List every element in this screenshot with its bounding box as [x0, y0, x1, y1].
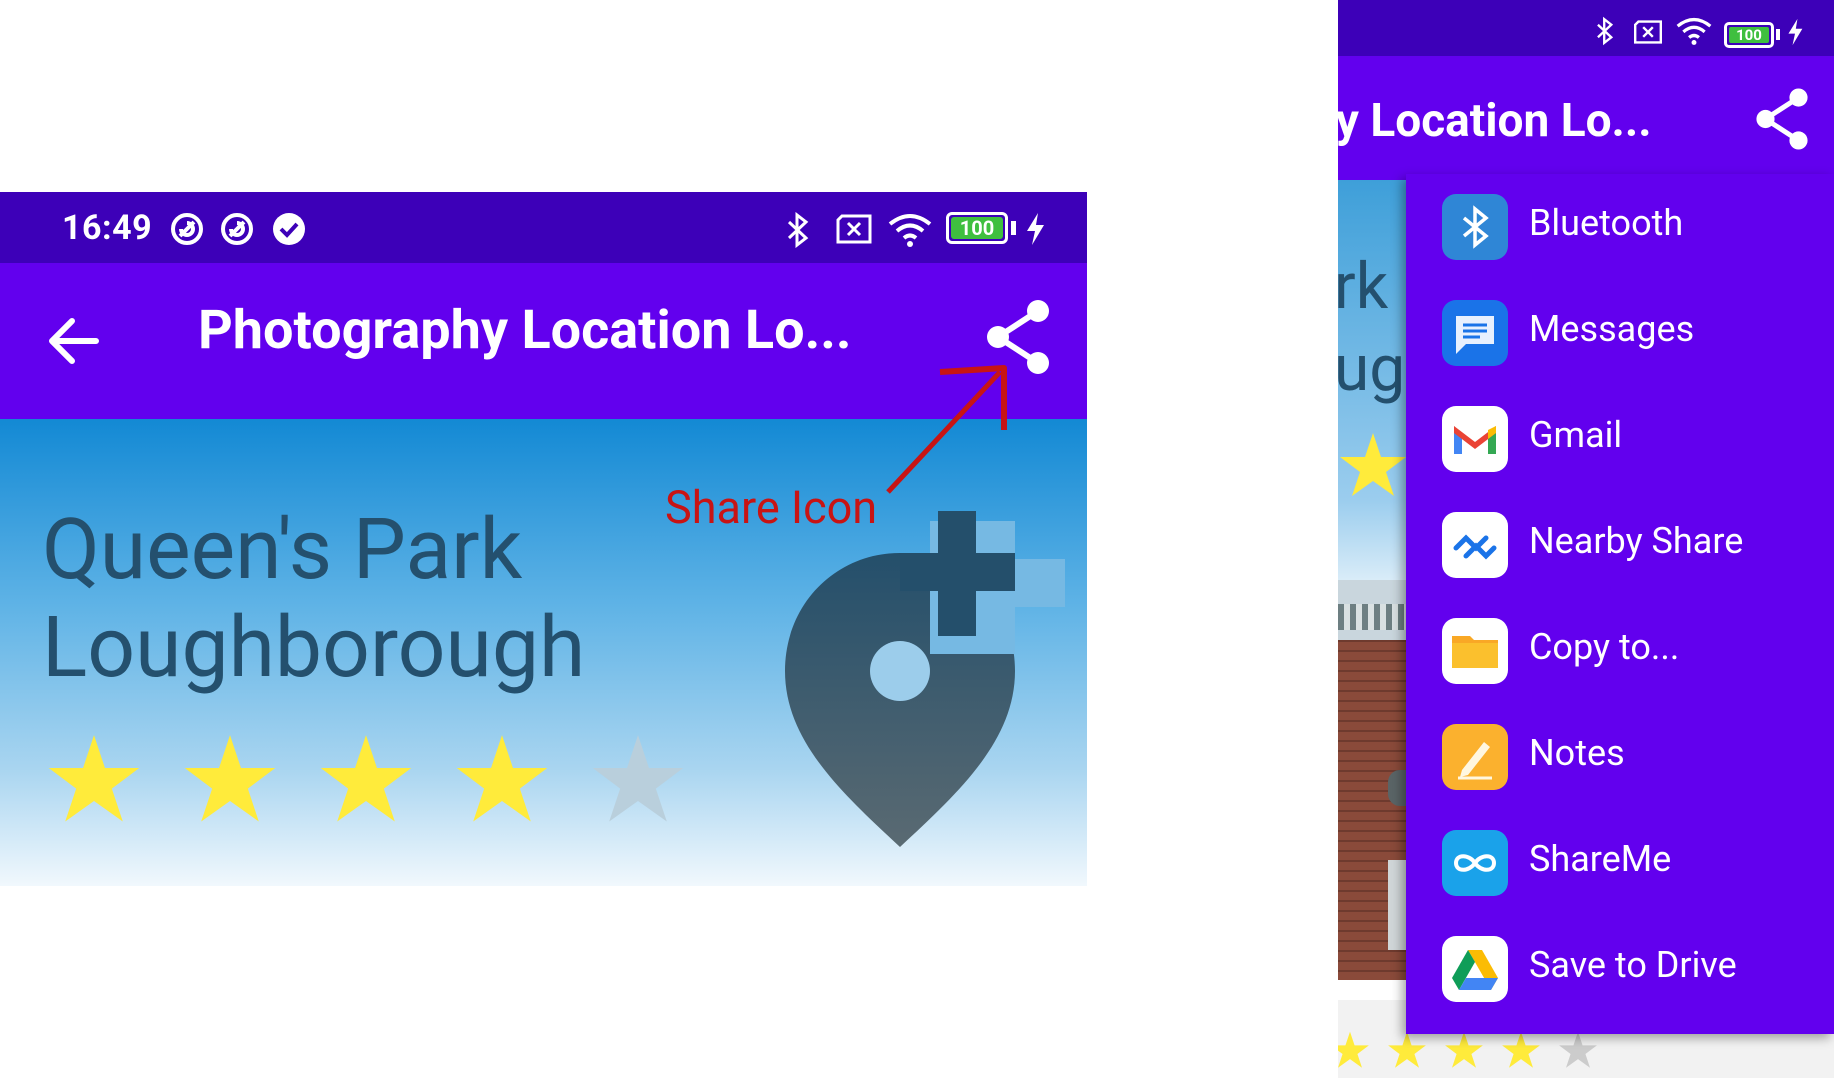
share-option-label: Nearby Share [1529, 520, 1744, 562]
drive-icon [1442, 936, 1508, 1002]
share-option-label: Copy to... [1529, 626, 1680, 668]
star-filled-icon [1340, 433, 1406, 496]
location-photo [1338, 580, 1408, 980]
bluetooth-status-icon [1597, 16, 1614, 46]
battery-level: 100 [1729, 27, 1769, 43]
share-option-messages[interactable]: Messages [1406, 280, 1834, 386]
charging-icon [1788, 18, 1803, 46]
share-option-shareme[interactable]: ShareMe [1406, 810, 1834, 916]
share-icon[interactable] [1752, 86, 1812, 152]
star-filled-icon [1445, 1031, 1483, 1068]
share-option-notes[interactable]: Notes [1406, 704, 1834, 810]
share-option-label: Save to Drive [1529, 944, 1737, 986]
share-option-label: ShareMe [1529, 838, 1672, 880]
share-option-label: Messages [1529, 308, 1695, 350]
share-option-gmail[interactable]: Gmail [1406, 386, 1834, 492]
annotation-arrow [886, 365, 1007, 494]
share-option-nearby-share[interactable]: Nearby Share [1406, 492, 1834, 598]
share-option-bluetooth[interactable]: Bluetooth [1406, 174, 1834, 280]
app-bar: hy Location Lo... [1338, 56, 1834, 180]
battery-tip [1776, 29, 1780, 40]
star-filled-icon [1502, 1031, 1540, 1068]
location-header-fragment: rk ug [1338, 180, 1408, 580]
sim-off-icon [1634, 20, 1662, 44]
share-option-save-to-drive[interactable]: Save to Drive [1406, 916, 1834, 1022]
left-phone-screen: 16:49 100 Photography Location Lo... Que… [0, 192, 1087, 886]
share-option-label: Bluetooth [1529, 202, 1684, 244]
gmail-icon [1442, 406, 1508, 472]
share-menu: Bluetooth Messages Gmail Nearby Share Co… [1406, 174, 1834, 1034]
bluetooth-icon [1442, 194, 1508, 260]
folder-icon [1442, 618, 1508, 684]
share-option-label: Gmail [1529, 414, 1623, 456]
star-empty-icon [1559, 1031, 1597, 1068]
right-phone-screen: 100 hy Location Lo... rk ug Bluetooth Me… [1338, 0, 1834, 1078]
status-bar: 100 [1338, 0, 1834, 56]
location-name-fragment: rk ug [1338, 249, 1406, 406]
battery-icon: 100 [1724, 22, 1774, 48]
star-filled-icon [1388, 1031, 1426, 1068]
share-option-copy-to[interactable]: Copy to... [1406, 598, 1834, 704]
nearby-share-icon [1442, 512, 1508, 578]
share-option-label: Notes [1529, 732, 1625, 774]
app-title: hy Location Lo... [1338, 94, 1652, 148]
star-rating [1338, 1030, 1615, 1074]
shareme-icon [1442, 830, 1508, 896]
notes-icon [1442, 724, 1508, 790]
messages-icon [1442, 300, 1508, 366]
wifi-icon [1676, 17, 1712, 45]
star-filled-icon [1338, 1031, 1369, 1068]
